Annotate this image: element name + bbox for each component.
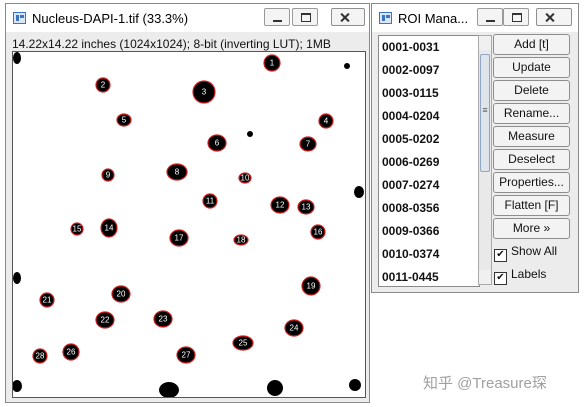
nucleus-roi-label: 15 — [73, 225, 82, 234]
debris-blob — [344, 63, 350, 69]
more-button[interactable]: More » — [493, 218, 570, 239]
nucleus-roi-label: 10 — [241, 174, 250, 183]
labels-label: Labels — [511, 267, 547, 281]
nucleus-image[interactable]: 123456 789 1011 12 131415 1617 1819202122 23242… — [13, 52, 365, 397]
image-canvas[interactable]: 1 2 3 4 5 6 7 8 9 10 11 12 13 14 15 16 17 18 19 20 21 22 23 24 2… — [12, 51, 366, 398]
nucleus-roi-label: 18 — [237, 236, 246, 245]
nucleus-roi-label: 24 — [290, 324, 299, 333]
debris-blob — [349, 379, 361, 391]
roi-list-item[interactable]: 0001-0031 — [382, 40, 439, 54]
debris-blob — [267, 380, 283, 396]
measure-button[interactable]: Measure — [493, 126, 570, 147]
nucleus-roi-label: 11 — [206, 197, 215, 206]
show-all-checkbox[interactable]: ✔ — [494, 249, 507, 262]
image-window-title: Nucleus-DAPI-1.tif (33.3%) — [32, 11, 189, 26]
roi-list-item[interactable]: 0010-0374 — [382, 247, 439, 261]
nucleus-roi-label: 26 — [67, 348, 76, 357]
roi-list[interactable]: 0001-0031 0002-0097 0003-0115 0004-0204 … — [378, 35, 480, 287]
roi-list-item[interactable]: 0005-0202 — [382, 132, 439, 146]
labels-checkbox-row[interactable]: ✔ Labels — [494, 267, 546, 285]
deselect-button[interactable]: Deselect — [493, 149, 570, 170]
nucleus-roi-label: 2 — [101, 81, 106, 90]
nucleus-roi-label: 16 — [314, 228, 323, 237]
roi-list-item[interactable]: 0008-0356 — [382, 201, 439, 215]
debris-blob — [159, 382, 179, 397]
close-icon[interactable] — [331, 8, 365, 26]
nucleus-roi-label: 6 — [215, 139, 220, 148]
nucleus-roi-label: 4 — [324, 117, 329, 126]
nucleus-roi-label: 13 — [302, 203, 311, 212]
debris-blob — [247, 131, 253, 137]
nucleus-roi-label: 14 — [105, 224, 114, 233]
image-info: 14.22x14.22 inches (1024x1024); 8-bit (i… — [12, 37, 331, 51]
debris-blob — [13, 52, 21, 64]
close-icon[interactable] — [536, 8, 572, 26]
nucleus-roi-label: 28 — [36, 352, 45, 361]
labels-checkbox[interactable]: ✔ — [494, 272, 507, 285]
nucleus-roi-label: 7 — [306, 140, 311, 149]
nucleus-roi-label: 22 — [101, 316, 110, 325]
roi-list-item[interactable]: 0007-0274 — [382, 178, 439, 192]
minimize-icon[interactable] — [264, 8, 290, 26]
nucleus-roi-label: 23 — [159, 315, 168, 324]
nucleus-roi-label: 25 — [239, 339, 248, 348]
maximize-icon[interactable] — [503, 8, 529, 26]
nucleus-roi-label: 9 — [106, 171, 111, 180]
show-all-label: Show All — [511, 244, 558, 258]
debris-blob — [13, 380, 22, 392]
roi-list-item[interactable]: 0011-0445 — [382, 270, 439, 284]
nucleus-roi-label: 20 — [117, 290, 126, 299]
roi-manager-window: ROI Mana... 0001-0031 0002-0097 0003-011… — [371, 3, 579, 293]
roi-list-item[interactable]: 0002-0097 — [382, 63, 439, 77]
nucleus-roi-label: 12 — [276, 201, 285, 210]
nucleus-roi-label: 8 — [175, 168, 180, 177]
image-window: Nucleus-DAPI-1.tif (33.3%) 14.22x14.22 i… — [5, 3, 370, 403]
nucleus-roi-label: 3 — [202, 88, 207, 97]
roi-list-item[interactable]: 0004-0204 — [382, 109, 439, 123]
roi-list-item[interactable]: 0006-0269 — [382, 155, 439, 169]
nucleus-roi-label: 17 — [175, 234, 184, 243]
maximize-icon[interactable] — [292, 8, 318, 26]
delete-button[interactable]: Delete — [493, 80, 570, 101]
image-window-titlebar[interactable]: Nucleus-DAPI-1.tif (33.3%) — [6, 4, 369, 32]
debris-blob — [13, 272, 21, 284]
update-button[interactable]: Update — [493, 57, 570, 78]
roi-list-scrollbar[interactable] — [478, 35, 492, 285]
nucleus-roi-label: 27 — [182, 351, 191, 360]
roi-manager-titlebar[interactable]: ROI Mana... — [372, 4, 578, 32]
rename-button[interactable]: Rename... — [493, 103, 570, 124]
roi-list-item[interactable]: 0009-0366 — [382, 224, 439, 238]
nucleus-roi-label: 21 — [43, 296, 52, 305]
nucleus-roi-label: 19 — [307, 282, 316, 291]
properties-button[interactable]: Properties... — [493, 172, 570, 193]
roi-list-item[interactable]: 0003-0115 — [382, 86, 439, 100]
watermark: 知乎 @Treasure琛 — [423, 375, 547, 392]
nucleus-roi-label: 5 — [122, 116, 127, 125]
show-all-checkbox-row[interactable]: ✔ Show All — [494, 244, 557, 262]
add-button[interactable]: Add [t] — [493, 34, 570, 55]
imagej-app-icon — [13, 12, 26, 24]
flatten-button[interactable]: Flatten [F] — [493, 195, 570, 216]
scroll-down-button[interactable] — [479, 270, 491, 284]
minimize-icon[interactable] — [477, 8, 503, 26]
imagej-app-icon — [379, 12, 392, 24]
roi-manager-title: ROI Mana... — [398, 11, 469, 26]
scroll-up-button[interactable] — [479, 36, 491, 50]
nucleus-roi-label: 1 — [270, 59, 275, 68]
debris-blob — [354, 186, 364, 198]
scroll-thumb[interactable] — [480, 54, 490, 172]
